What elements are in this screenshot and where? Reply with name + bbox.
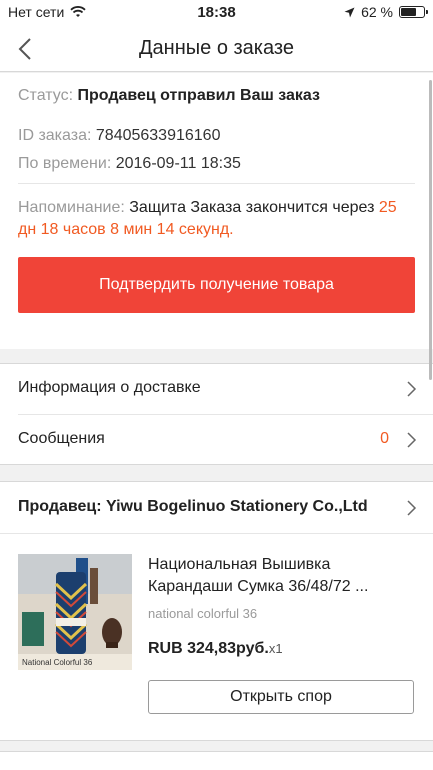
- page-title: Данные о заказе: [139, 37, 294, 59]
- seller-section: Продавец: Yiwu Bogelinuo Stationery Co.,…: [0, 481, 433, 741]
- order-id-label: ID заказа:: [18, 127, 92, 144]
- confirm-receipt-button[interactable]: Подтвердить получение товара: [18, 257, 415, 313]
- scrollbar[interactable]: [429, 80, 432, 380]
- list-item-messages[interactable]: Сообщения 0: [0, 415, 433, 465]
- order-time-row: По времени: 2016-09-11 18:35: [18, 155, 241, 173]
- seller-header[interactable]: Продавец: Yiwu Bogelinuo Stationery Co.,…: [0, 482, 433, 534]
- status-right: 62 %: [344, 4, 428, 20]
- open-dispute-button[interactable]: Открыть спор: [148, 680, 414, 714]
- status-bar: Нет сети 18:38 62 %: [0, 0, 433, 26]
- product-quantity: x1: [268, 641, 283, 656]
- order-time-label: По времени:: [18, 155, 112, 172]
- product-sku: national colorful 36: [148, 606, 258, 621]
- divider: [18, 183, 415, 184]
- reminder-label: Напоминание:: [18, 199, 125, 216]
- product-image[interactable]: National Colorful 36: [18, 554, 132, 670]
- chevron-right-icon: [407, 500, 417, 516]
- reminder-text: Защита Заказа закончится через: [129, 199, 375, 216]
- list-item-delivery-info[interactable]: Информация о доставке: [0, 364, 433, 415]
- chevron-right-icon: [407, 432, 417, 448]
- order-details-card: Статус: Продавец отправил Ваш заказ ID з…: [0, 73, 433, 349]
- status-value: Продавец отправил Ваш заказ: [77, 87, 320, 104]
- image-caption: National Colorful 36: [22, 658, 93, 667]
- protection-reminder: Напоминание: Защита Заказа закончится че…: [18, 197, 415, 241]
- order-id-row: ID заказа: 78405633916160: [18, 127, 220, 145]
- product-title[interactable]: Национальная Вышивка Карандаши Сумка 36/…: [148, 554, 413, 598]
- product-photo: National Colorful 36: [18, 554, 132, 670]
- order-id-value: 78405633916160: [95, 127, 221, 144]
- product-price-row: RUB 324,83руб.x1: [148, 640, 283, 658]
- countdown-period: .: [229, 221, 234, 238]
- messages-count-badge: 0: [380, 430, 389, 447]
- next-section-edge: [0, 751, 433, 770]
- status-label: Статус:: [18, 87, 74, 104]
- seller-name: Продавец: Yiwu Bogelinuo Stationery Co.,…: [18, 498, 368, 515]
- order-time-value: 2016-09-11 18:35: [115, 155, 241, 172]
- delivery-info-label: Информация о доставке: [18, 379, 201, 396]
- chevron-right-icon: [407, 381, 417, 397]
- battery-percent: 62 %: [361, 4, 393, 20]
- order-status-row: Статус: Продавец отправил Ваш заказ: [18, 87, 320, 105]
- order-links-list: Информация о доставке Сообщения 0: [0, 363, 433, 465]
- nav-bar: Данные о заказе: [0, 26, 433, 72]
- battery-icon: [399, 6, 428, 18]
- product-price: RUB 324,83руб.: [148, 640, 269, 657]
- messages-label: Сообщения: [18, 430, 105, 447]
- location-arrow-icon: [344, 7, 355, 17]
